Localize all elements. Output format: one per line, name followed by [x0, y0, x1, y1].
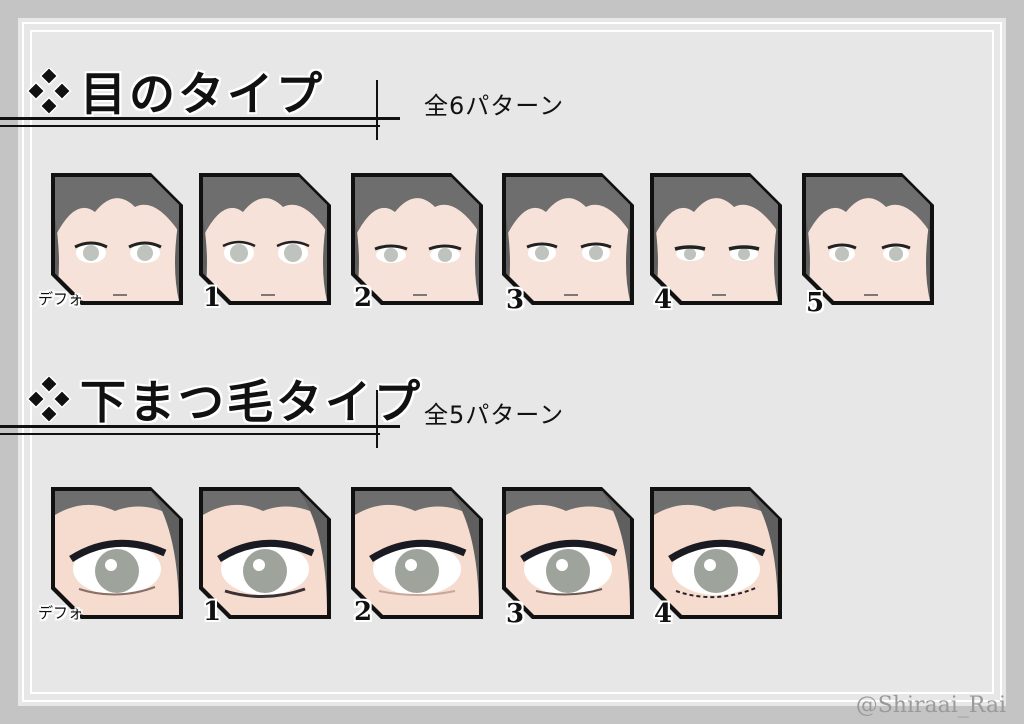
eye-closeup-illustration	[506, 491, 630, 615]
face-illustration	[806, 177, 930, 301]
section2-rule-thin	[0, 433, 380, 435]
section1-rule-thin	[0, 125, 380, 127]
eye-closeup-illustration	[55, 491, 179, 615]
face-illustration	[55, 177, 179, 301]
eye-type-card-default[interactable]	[51, 173, 183, 305]
lash-type-label-4: 4	[654, 599, 673, 629]
face-illustration	[203, 177, 327, 301]
face-illustration	[654, 177, 778, 301]
eye-closeup-illustration	[203, 491, 327, 615]
section2-subtitle: 全5パターン	[424, 401, 565, 429]
lash-type-label-3: 3	[506, 599, 525, 629]
lash-type-label-2: 2	[354, 597, 373, 627]
eye-type-label-1: 1	[203, 283, 222, 313]
eye-closeup-illustration	[654, 491, 778, 615]
face-illustration	[355, 177, 479, 301]
lash-type-label-1: 1	[203, 597, 222, 627]
section1-title: 目のタイプ	[80, 67, 325, 121]
lash-type-label-default: デフォ	[38, 604, 84, 622]
author-watermark: @Shiraai_Rai	[855, 693, 1006, 718]
section2-heading: 下まつ毛タイプ	[26, 366, 423, 432]
section2-rule-vertical	[376, 390, 378, 448]
section1-rule	[0, 117, 400, 120]
section2-rule	[0, 425, 400, 428]
eye-type-label-4: 4	[654, 285, 673, 315]
lash-type-card-default[interactable]	[51, 487, 183, 619]
section1-subtitle: 全6パターン	[424, 92, 565, 120]
face-illustration	[506, 177, 630, 301]
eye-type-label-3: 3	[506, 285, 525, 315]
diamond-ornament-icon	[26, 68, 72, 114]
eye-type-label-5: 5	[806, 288, 825, 318]
eye-type-label-2: 2	[354, 283, 373, 313]
eye-type-label-default: デフォ	[38, 290, 84, 308]
section1-rule-vertical	[376, 80, 378, 140]
diamond-ornament-icon	[26, 376, 72, 422]
section1-heading: 目のタイプ	[26, 58, 325, 124]
eye-closeup-illustration	[355, 491, 479, 615]
eye-type-card-5[interactable]	[802, 173, 934, 305]
section2-title: 下まつ毛タイプ	[80, 375, 423, 429]
